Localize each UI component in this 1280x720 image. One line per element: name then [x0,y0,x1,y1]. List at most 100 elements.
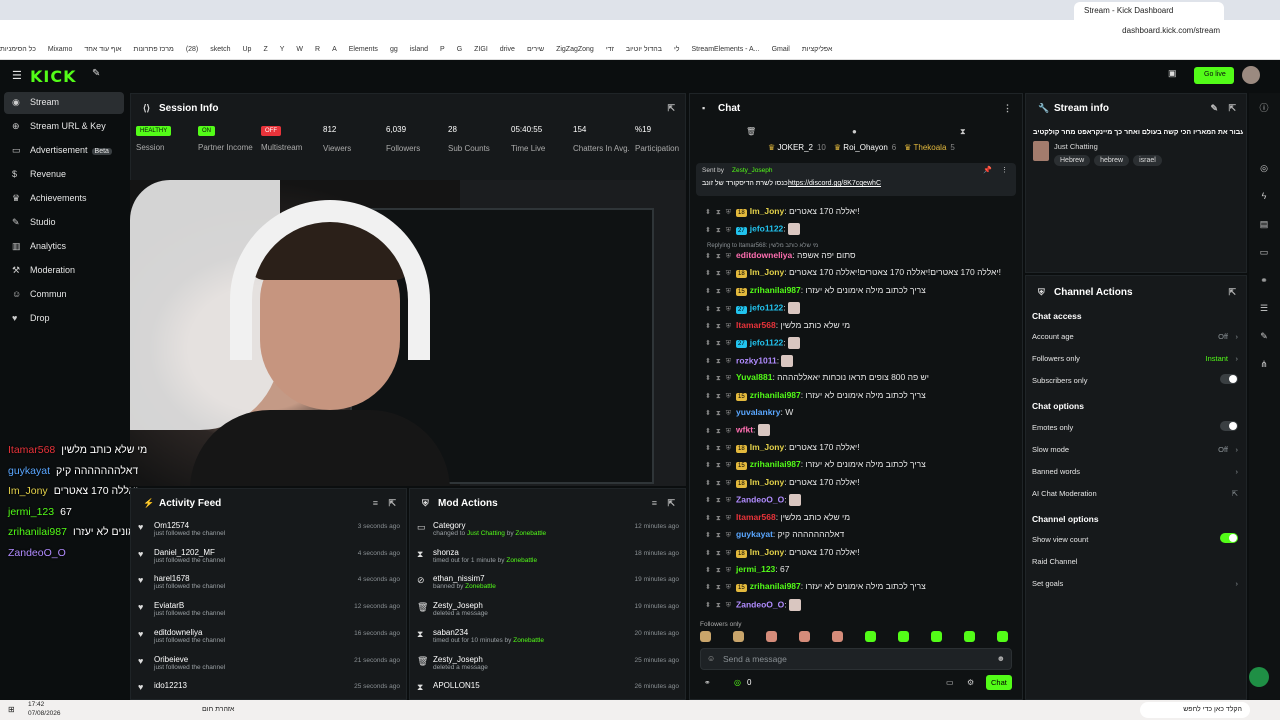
sidebar-item-commun[interactable]: ☺ Commun [4,284,124,306]
emote-button[interactable] [931,631,942,642]
sidebar-item-studio[interactable]: ✎ Studio [4,212,124,234]
bookmark-item[interactable]: P [440,42,445,53]
pin-icon[interactable]: ⬍ [705,288,711,295]
pin-icon[interactable]: ⬍ [705,462,711,469]
mod-by-user[interactable]: Zonebattle [506,557,537,564]
tag-chip[interactable]: hebrew [1094,155,1130,166]
timeout-icon[interactable]: ⧗ [716,515,721,522]
tag-chip[interactable]: Hebrew [1054,155,1091,166]
pin-icon[interactable]: ⬍ [705,209,711,216]
chat-username[interactable]: jermi_123 [736,564,775,574]
pin-icon[interactable]: ⬍ [705,253,711,260]
chat-bubble-icon[interactable]: ▭ [946,678,954,687]
bookmark-item[interactable]: Z [263,42,267,53]
pinned-by-user[interactable]: Zesty_Joseph [732,167,772,174]
emote-button[interactable] [964,631,975,642]
pin-icon[interactable]: ⬍ [705,393,711,400]
timeout-icon[interactable]: ⧗ [716,497,721,504]
emotes-only-toggle[interactable] [1220,421,1238,431]
timeout-icon[interactable]: ⧗ [716,358,721,365]
support-button[interactable] [1249,667,1269,687]
bookmark-item[interactable]: island [410,42,428,53]
bookmark-item[interactable]: Y [280,42,285,53]
emote-button[interactable] [733,631,744,642]
sidebar-item-moderation[interactable]: ⚒ Moderation [4,260,124,282]
bookmark-item[interactable]: Elements [349,42,378,53]
followers-only-row[interactable]: Followers only Instant › [1032,354,1238,363]
timeout-icon[interactable]: ⧗ [716,602,721,609]
bookmark-item[interactable]: StreamElements - A... [691,42,759,53]
chat-username[interactable]: Im_Jony [750,206,785,216]
wrench-icon[interactable]: ✎ [1257,331,1271,345]
chat-username[interactable]: ZandeoO_O [736,494,784,504]
timeout-icon[interactable]: ⧗ [716,584,721,591]
bookmark-item[interactable]: R [315,42,320,53]
link-icon[interactable]: ⚭ [704,678,711,687]
bookmark-item[interactable]: A [332,42,337,53]
pinned-link[interactable]: https://discord.gg/8K7cqewhC [788,180,881,187]
sidebar-item-stream-url-key[interactable]: ⊕ Stream URL & Key [4,116,124,138]
timeout-icon[interactable]: ⧗ [716,270,721,277]
filter-icon[interactable]: ≡ [652,498,657,508]
pin-icon[interactable]: ⬍ [705,550,711,557]
hourglass-icon[interactable]: ⧗ [960,127,966,137]
timeout-icon[interactable]: ⧗ [716,550,721,557]
emote-button[interactable] [700,631,711,642]
link-icon[interactable]: ⚭ [1257,275,1271,289]
sidebar-item-stream[interactable]: ◉ Stream [4,92,124,114]
share-icon[interactable]: ⋔ [1257,359,1271,373]
chat-username[interactable]: Itamar568 [736,512,776,522]
address-bar[interactable]: dashboard.kick.com/stream [0,20,1280,42]
bookmark-item[interactable]: שירים [527,42,544,53]
chat-username[interactable]: Im_Jony [750,477,785,487]
subscribers-only-row[interactable]: Subscribers only [1032,374,1238,385]
sidebar-item-analytics[interactable]: ▥ Analytics [4,236,124,258]
chat-username[interactable]: Im_Jony [750,442,785,452]
sidebar-item-advertisement[interactable]: ▭ Advertisement Beta [4,140,124,162]
sidebar-item-achievements[interactable]: ♛ Achievements [4,188,124,210]
bookmark-item[interactable]: כל הסימניות [0,42,36,53]
popout-icon[interactable]: ⇱ [667,498,675,509]
timeout-icon[interactable]: ⧗ [716,428,721,435]
popout-icon[interactable]: ⇱ [1228,103,1236,114]
pin-icon[interactable]: ⬍ [705,445,711,452]
chat-username[interactable]: jefo1122 [750,303,784,313]
pin-icon[interactable]: ⬍ [705,602,711,609]
message-input[interactable]: ☺ Send a message ☻ [700,648,1012,670]
settings-icon[interactable]: ⚙ [967,678,974,687]
chat-username[interactable]: Itamar568 [736,320,776,330]
chat-icon[interactable]: ▭ [1257,247,1271,261]
speech-icon[interactable]: ● [852,127,857,136]
popout-icon[interactable]: ⇱ [667,103,675,114]
chat-username[interactable]: yuvalankry [736,407,780,417]
bookmark-item[interactable]: אפליקציות [802,42,833,53]
pin-icon[interactable]: ⬍ [705,480,711,487]
more-icon[interactable]: ⋮ [1001,166,1008,174]
filter-icon[interactable]: ≡ [373,498,378,508]
document-icon[interactable]: ▤ [1257,219,1271,233]
gifter-name[interactable]: JOKER_2 [777,143,813,152]
gifter-name[interactable]: Thekoala [913,143,946,152]
emote-button[interactable] [832,631,843,642]
emote-button[interactable] [865,631,876,642]
pin-icon[interactable]: ⬍ [705,227,711,234]
bookmark-item[interactable]: sketch [210,42,230,53]
popout-icon[interactable]: ⇱ [1228,287,1236,298]
timeout-icon[interactable]: ⧗ [716,253,721,260]
banned-words-row[interactable]: Banned words › [1032,467,1238,476]
popout-icon[interactable]: ⇱ [388,498,396,509]
edit-icon[interactable]: ✎ [1210,103,1218,114]
mod-by-user[interactable]: Zonebattle [513,637,544,644]
bookmark-item[interactable]: בהדול יוטיוב [626,42,662,53]
bookmark-item[interactable]: G [457,42,462,53]
sidebar-item-drop[interactable]: ♥ Drop [4,308,124,330]
pin-icon[interactable]: ⬍ [705,340,711,347]
pin-icon[interactable]: ⬍ [705,270,711,277]
bookmark-item[interactable]: זדי [606,42,614,53]
slow-mode-row[interactable]: Slow mode Off › [1032,445,1238,454]
kick-logo[interactable]: KICK [30,67,77,86]
chat-username[interactable]: jefo1122 [750,224,784,234]
more-icon[interactable]: ⋮ [1003,103,1012,114]
windows-icon[interactable]: ⊞ [8,705,15,714]
emotes-only-row[interactable]: Emotes only [1032,421,1238,432]
